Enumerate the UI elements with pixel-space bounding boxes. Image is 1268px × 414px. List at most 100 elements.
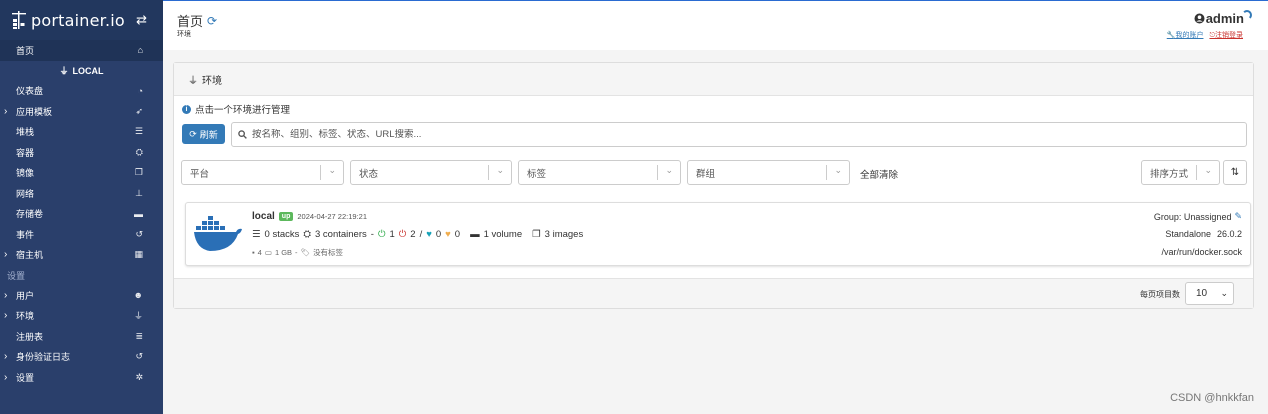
env-mode: Standalone — [1165, 229, 1211, 239]
filter-groups[interactable]: 群组 ⌄ — [687, 160, 850, 185]
hdd-icon: ▬ — [134, 208, 143, 219]
info-icon: i — [182, 104, 191, 114]
user-circle-icon — [1194, 13, 1205, 24]
heart-broken-icon: ♥ — [445, 229, 451, 240]
sidebar-item[interactable]: 镜像 ❐ — [0, 163, 163, 184]
images-count: 3 images — [544, 229, 584, 240]
sidebar-item-label: 首页 — [16, 45, 35, 56]
refresh-button[interactable]: ⟳ 刷新 — [182, 124, 225, 144]
sidebar-item-label: 网络 — [16, 188, 35, 199]
th-icon: ▦ — [134, 249, 143, 260]
chevron-right-icon: › — [4, 310, 8, 322]
filter-tags-label: 标签 — [527, 168, 547, 180]
docker-version: 26.0.2 — [1216, 229, 1242, 239]
chevron-down-icon: ⌄ — [496, 165, 504, 175]
hdd-icon: ▬ — [470, 229, 480, 240]
sidebar-item[interactable]: 仪表盘 ◔ — [0, 81, 163, 102]
filter-tags[interactable]: 标签 ⌄ — [518, 160, 681, 185]
loading-spinner-icon — [1242, 10, 1252, 20]
env-timestamp: 2024-04-27 22:19:21 — [297, 212, 368, 221]
sidebar-item[interactable]: 事件 ↺ — [0, 224, 163, 245]
env-socket: /var/run/docker.sock — [1161, 247, 1242, 257]
stopped-count: 2 — [410, 229, 416, 240]
sidebar-item[interactable]: › 应用模板 ➶ — [0, 101, 163, 122]
panel-footer: 每页项目数 10 ⌄ — [174, 278, 1253, 308]
filter-status[interactable]: 状态 ⌄ — [350, 160, 512, 185]
power-off-icon: ⏻ — [398, 229, 407, 240]
cogs-icon: ✲ — [135, 371, 143, 382]
sidebar-item[interactable]: › 身份验证日志 ↺ — [0, 347, 163, 368]
tags-icon: 🏷 — [300, 248, 311, 257]
hint-label: 点击一个环境进行管理 — [195, 105, 291, 116]
sidebar-item-label: 设置 — [16, 372, 35, 383]
edit-pencil-icon[interactable]: ✎ — [1234, 211, 1242, 222]
docker-whale-icon — [194, 216, 242, 251]
th-list-icon: ☰ — [252, 229, 261, 240]
env-stats: ☰ 0 stacks ⛭ 3 containers - ⏻ 1 ⏻ 2 / ♥ 0 ♥ 0 ▬… — [252, 229, 584, 240]
sidebar-item[interactable]: › 环境 ⏚ — [0, 306, 163, 327]
watermark: CSDN @hnkkfan — [1170, 392, 1254, 404]
username: admin — [1205, 11, 1244, 26]
sidebar-item[interactable]: 堆栈 ☰ — [0, 122, 163, 143]
settings-heading: 设置 — [7, 270, 26, 281]
search-box — [231, 122, 1247, 147]
logout-link[interactable]: ⎋注销登录 — [1209, 30, 1243, 40]
environment-card[interactable]: local up 2024-04-27 22:19:21 ☰ 0 stacks ⛭… — [185, 202, 1251, 266]
sidebar-toggle-icon[interactable]: ⇄ — [136, 12, 147, 28]
cpu-icon: ▪ — [252, 248, 255, 257]
environments-panel: ⏚ 环境 i 点击一个环境进行管理 ⟳ 刷新 平台 ⌄ 状态 ⌄ 标签 ⌄ 群组… — [173, 62, 1254, 309]
portainer-logo[interactable]: portainer.io — [10, 10, 125, 30]
home-icon: ⌂ — [137, 45, 143, 56]
sidebar-item-label: 容器 — [16, 147, 35, 158]
brand-name: portainer.io — [31, 10, 125, 30]
filter-groups-label: 群组 — [696, 168, 716, 180]
env-version: Standalone 26.0.2 — [1165, 229, 1242, 239]
volumes-count: 1 volume — [483, 229, 523, 240]
page-header: 首页 ⟳ 环境 admin 🔧我的账户 ⎋注销登录 — [163, 0, 1268, 50]
sidebar-item[interactable]: 容器 ⛭ — [0, 142, 163, 163]
sidebar-item[interactable]: › 设置 ✲ — [0, 367, 163, 388]
chevron-right-icon: › — [4, 351, 8, 363]
sidebar-item-label: 堆栈 — [16, 127, 35, 138]
chevron-down-icon: ⌄ — [1220, 288, 1228, 298]
list-icon: ☰ — [134, 126, 143, 137]
page-size-select[interactable]: 10 ⌄ — [1185, 282, 1234, 305]
sidebar-item[interactable]: 存储卷 ▬ — [0, 204, 163, 225]
clone-icon: ❐ — [532, 229, 541, 240]
page-title: 首页 — [177, 14, 204, 29]
sidebar-item[interactable]: › 用户 ☻ — [0, 285, 163, 306]
filter-platform[interactable]: 平台 ⌄ — [181, 160, 344, 185]
rocket-icon: ➶ — [135, 105, 143, 116]
sidebar-item-label: 仪表盘 — [16, 86, 44, 97]
sidebar-item-label: 身份验证日志 — [16, 352, 71, 363]
sort-label: 排序方式 — [1150, 168, 1189, 180]
chevron-right-icon: › — [4, 105, 8, 117]
chevron-down-icon: ⌄ — [1204, 165, 1212, 175]
sidebar-item-label: 环境 — [16, 311, 35, 322]
clone-icon: ❐ — [134, 167, 143, 178]
status-badge: up — [278, 212, 294, 221]
sidebar-item[interactable]: 首页 ⌂ — [0, 40, 163, 61]
sidebar-item[interactable]: › 宿主机 ▦ — [0, 245, 163, 266]
chevron-right-icon: › — [4, 289, 8, 301]
clear-all-button[interactable]: 全部清除 — [860, 167, 898, 181]
sidebar-item[interactable]: 注册表 ≣ — [0, 326, 163, 347]
user-display: admin — [1194, 11, 1244, 26]
env-name: local — [252, 211, 275, 222]
my-account-link[interactable]: 🔧我的账户 — [1167, 30, 1204, 40]
endpoint-heading: ⏚ LOCAL — [0, 61, 163, 81]
sort-dropdown[interactable]: 排序方式 ⌄ — [1141, 160, 1220, 185]
sidebar-item-label: 事件 — [16, 229, 35, 240]
page-title-row: 首页 ⟳ — [177, 11, 217, 30]
sidebar-item-label: 注册表 — [16, 331, 44, 342]
search-input[interactable] — [252, 129, 1152, 140]
sort-order-button[interactable]: ⇅ — [1223, 160, 1247, 185]
memory-size: 1 GB — [274, 248, 293, 257]
my-account-label: 我的账户 — [1175, 32, 1204, 39]
refresh-icon[interactable]: ⟳ — [207, 14, 217, 28]
sidebar-item[interactable]: 网络 ⊥ — [0, 183, 163, 204]
logout-label: 注销登录 — [1215, 32, 1243, 39]
panel-title: 环境 — [202, 75, 222, 87]
sidebar-item-label: 用户 — [16, 290, 35, 301]
sidebar-item-label: 镜像 — [16, 168, 35, 179]
